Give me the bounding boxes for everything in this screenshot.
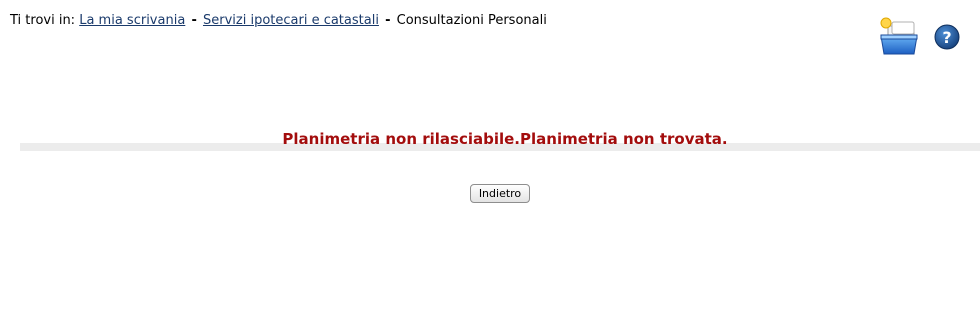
page: Ti trovi in: La mia scrivania - Servizi … <box>0 0 980 322</box>
error-message: Planimetria non rilasciabile.Planimetria… <box>282 130 728 148</box>
breadcrumb-current: Consultazioni Personali <box>396 13 547 28</box>
briefcase-icon[interactable] <box>878 16 920 56</box>
svg-text:?: ? <box>942 28 951 47</box>
toolbar-icons: ? <box>878 16 960 56</box>
breadcrumb-separator: - <box>191 13 197 28</box>
breadcrumb-link-scrivania[interactable]: La mia scrivania <box>79 13 185 28</box>
help-icon[interactable]: ? <box>934 24 960 50</box>
actions: Indietro <box>0 182 980 203</box>
breadcrumb-prefix: Ti trovi in: <box>10 13 76 28</box>
breadcrumb-link-servizi[interactable]: Servizi ipotecari e catastali <box>203 13 379 28</box>
back-button[interactable]: Indietro <box>469 184 531 203</box>
breadcrumb-separator: - <box>385 13 391 28</box>
breadcrumb: Ti trovi in: La mia scrivania - Servizi … <box>10 12 547 30</box>
